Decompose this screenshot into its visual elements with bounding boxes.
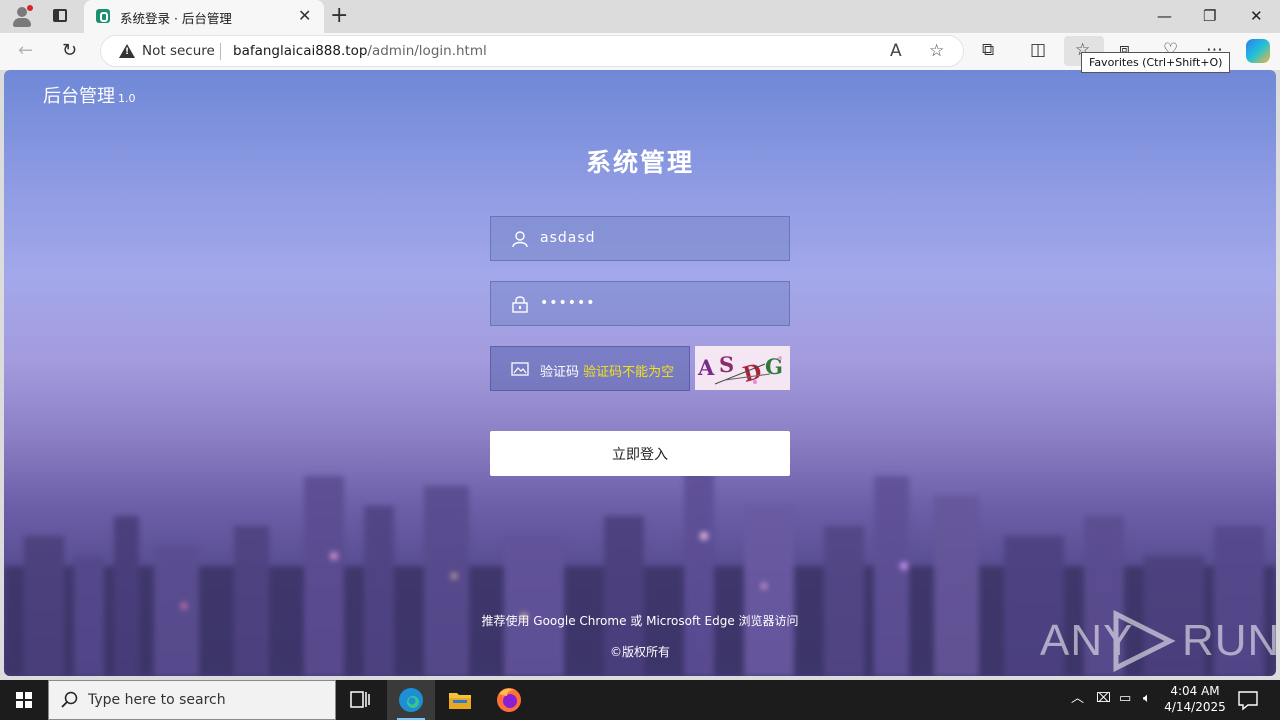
- task-view-icon[interactable]: [336, 680, 384, 720]
- taskbar: Type here to search ︿ ⌧ ▭ 🔈︎ 4:04 AM 4/1…: [0, 680, 1280, 720]
- login-page: 后台管理 1.0 系统管理 asdasd •••••• 验证码 验证码不能为空 A…: [4, 70, 1276, 676]
- refresh-icon[interactable]: ↻: [62, 41, 77, 61]
- window-close-icon[interactable]: ✕: [1250, 5, 1263, 27]
- taskbar-search[interactable]: Type here to search: [48, 680, 336, 720]
- page-title: 系统管理: [585, 148, 694, 177]
- search-icon: [61, 691, 78, 708]
- captcha-image[interactable]: A S D G: [695, 346, 790, 390]
- favorites-tooltip: Favorites (Ctrl+Shift+O): [1081, 52, 1231, 73]
- tab-title: 系统登录 · 后台管理: [120, 11, 232, 26]
- notifications-icon[interactable]: [1226, 680, 1270, 720]
- brand-name: 后台管理: [43, 86, 115, 107]
- image-icon: [511, 362, 529, 376]
- taskbar-clock[interactable]: 4:04 AM 4/14/2025: [1160, 683, 1230, 715]
- url-path: /admin/login.html: [367, 43, 487, 59]
- play-logo-icon: [1113, 610, 1176, 672]
- url-host: bafanglaicai888.top: [233, 43, 368, 59]
- file-explorer-icon[interactable]: [436, 680, 484, 720]
- network-icon[interactable]: ▭: [1119, 690, 1131, 708]
- clock-date: 4/14/2025: [1164, 700, 1226, 714]
- captcha-field[interactable]: 验证码 验证码不能为空: [490, 346, 690, 391]
- username-value[interactable]: asdasd: [540, 230, 596, 246]
- restore-icon[interactable]: ❐: [1203, 5, 1216, 27]
- login-button[interactable]: 立即登入: [490, 431, 790, 476]
- security-label[interactable]: Not secure: [142, 43, 215, 59]
- site-favicon-icon: [96, 9, 110, 23]
- extensions-icon[interactable]: ⧉: [982, 40, 994, 60]
- tab-close-icon[interactable]: ✕: [298, 6, 311, 26]
- captcha-input[interactable]: 验证码 验证码不能为空: [540, 361, 674, 380]
- clock-time: 4:04 AM: [1170, 684, 1220, 698]
- password-value[interactable]: ••••••: [540, 295, 596, 311]
- lock-icon: [512, 296, 528, 313]
- password-field[interactable]: ••••••: [490, 281, 790, 326]
- back-icon[interactable]: ←: [18, 41, 33, 61]
- read-aloud-icon[interactable]: A: [890, 41, 902, 61]
- search-placeholder: Type here to search: [88, 692, 226, 708]
- browser-tab-strip: 系统登录 · 后台管理 ✕ + — ❐ ✕: [0, 0, 1280, 33]
- address-divider: [220, 43, 221, 60]
- brand-title: 后台管理 1.0: [43, 82, 136, 108]
- add-favorite-icon[interactable]: ☆: [929, 41, 944, 61]
- new-tab-icon[interactable]: +: [330, 3, 348, 29]
- profile-avatar-icon[interactable]: [10, 4, 34, 28]
- tray-overflow-icon[interactable]: ︿: [1071, 690, 1084, 708]
- split-screen-icon[interactable]: ◫: [1030, 40, 1046, 60]
- user-icon: [512, 231, 528, 248]
- volume-icon[interactable]: 🔈︎: [1143, 690, 1151, 708]
- warning-icon[interactable]: [119, 44, 135, 58]
- browser-tab-active[interactable]: 系统登录 · 后台管理 ✕: [84, 0, 324, 33]
- firefox-icon[interactable]: [485, 680, 533, 720]
- brand-version: 1.0: [118, 92, 136, 105]
- edge-taskbar-icon[interactable]: [387, 680, 435, 720]
- watermark-right: RUN: [1182, 616, 1276, 665]
- tab-actions-icon[interactable]: [50, 6, 72, 26]
- meet-now-icon[interactable]: ⌧: [1096, 690, 1111, 708]
- address-bar[interactable]: Not secure bafanglaicai888.top/admin/log…: [100, 35, 964, 67]
- url-text[interactable]: bafanglaicai888.top/admin/login.html: [233, 43, 487, 59]
- captcha-label: 验证码: [540, 365, 580, 380]
- captcha-placeholder: 验证码不能为空: [583, 365, 675, 380]
- captcha-noise-lines: [714, 356, 782, 385]
- copilot-icon[interactable]: [1246, 39, 1270, 63]
- windows-start-icon[interactable]: [0, 680, 48, 720]
- username-field[interactable]: asdasd: [490, 216, 790, 261]
- minimize-icon[interactable]: —: [1157, 5, 1172, 27]
